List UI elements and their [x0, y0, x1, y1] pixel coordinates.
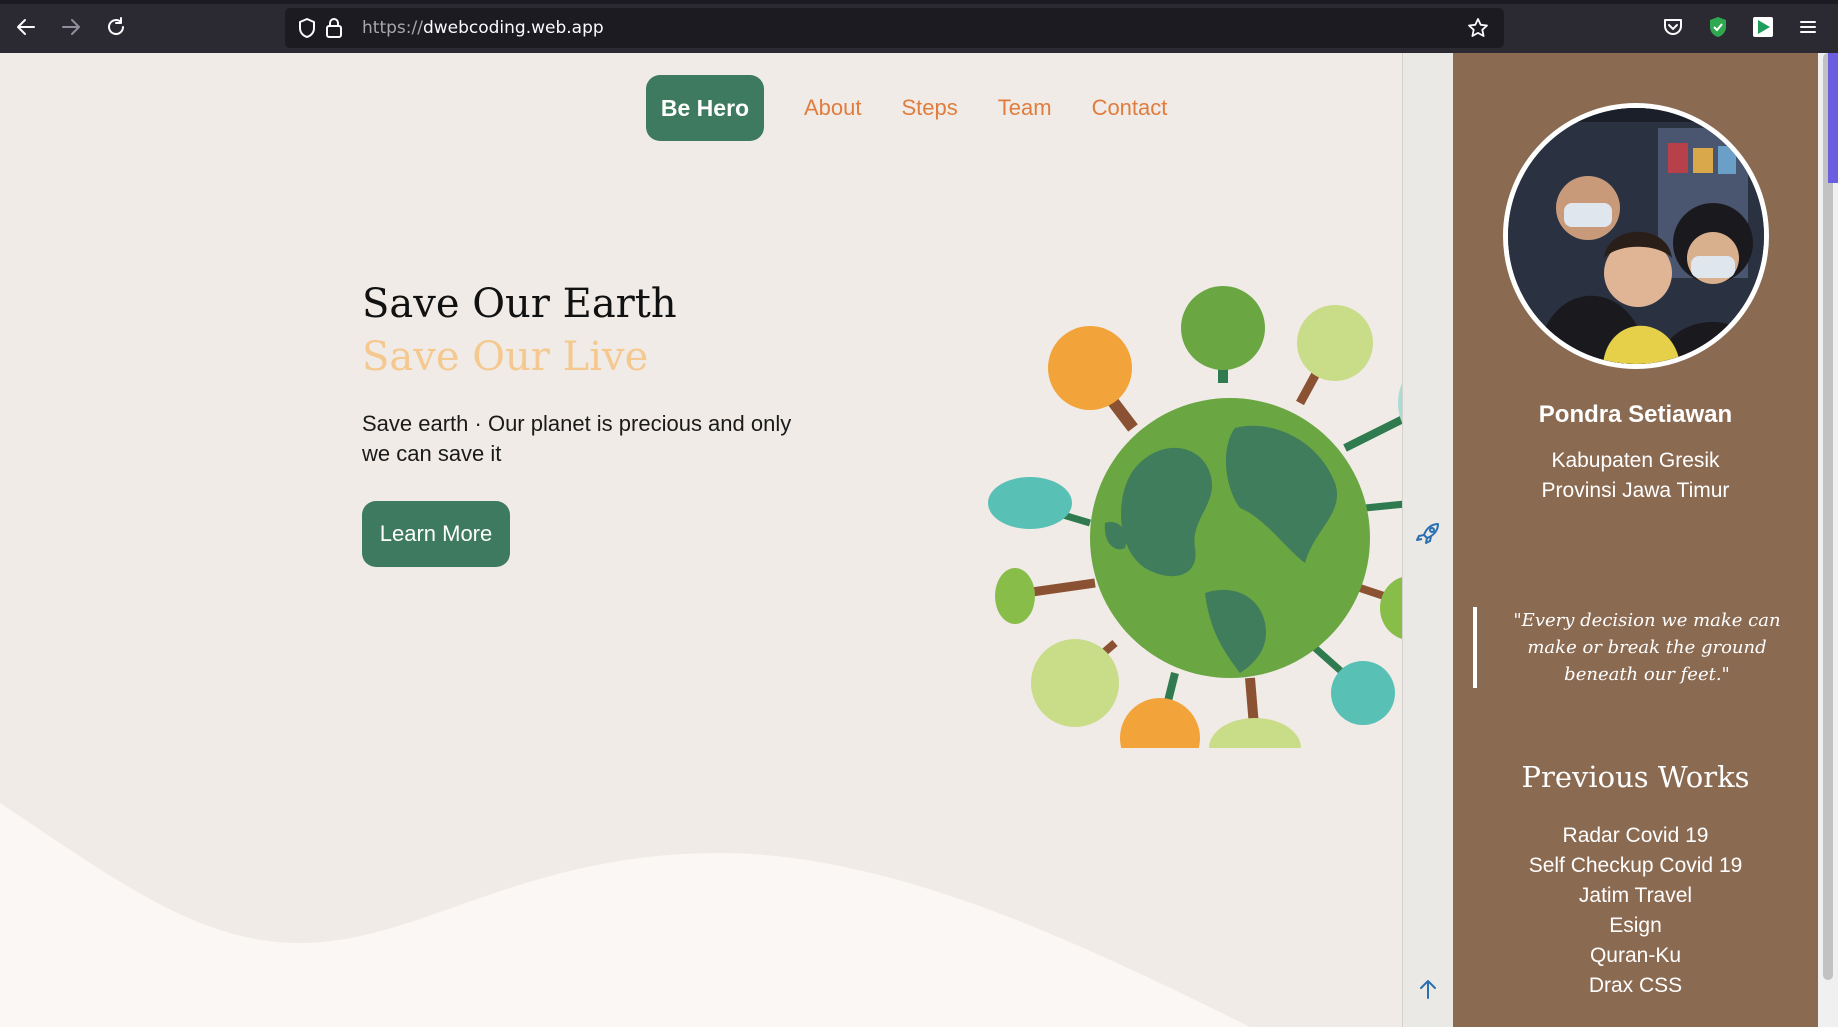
- pocket-icon[interactable]: [1660, 14, 1686, 40]
- previous-works-heading: Previous Works: [1521, 760, 1750, 794]
- extension-shield-icon[interactable]: [1705, 14, 1731, 40]
- page-scrollbar[interactable]: [1818, 53, 1838, 1027]
- work-item[interactable]: Self Checkup Covid 19: [1453, 851, 1818, 881]
- work-item[interactable]: Drax CSS: [1453, 971, 1818, 1001]
- url-scheme: https://: [362, 18, 423, 38]
- profile-sidebar: Pondra Setiawan Kabupaten Gresik Provins…: [1453, 53, 1818, 1027]
- address-bar[interactable]: https://dwebcoding.web.app: [285, 8, 1504, 48]
- profile-name: Pondra Setiawan: [1538, 401, 1733, 428]
- rocket-icon[interactable]: [1413, 519, 1443, 553]
- extension-play-icon[interactable]: [1750, 14, 1776, 40]
- nav-link-team[interactable]: Team: [998, 95, 1052, 121]
- family-photo: [1508, 108, 1764, 364]
- hero-subtitle: Save Our Live: [362, 334, 649, 380]
- hero-description: Save earth · Our planet is precious and …: [362, 411, 792, 466]
- top-nav: Be Hero About Steps Team Contact: [646, 75, 1167, 141]
- forward-arrow-icon[interactable]: [56, 12, 86, 42]
- work-item[interactable]: Quran-Ku: [1453, 941, 1818, 971]
- work-item[interactable]: Jatim Travel: [1453, 881, 1818, 911]
- profile-location-regency: Kabupaten Gresik: [1551, 449, 1720, 472]
- work-item[interactable]: Radar Covid 19: [1453, 821, 1818, 851]
- browser-toolbar: https://dwebcoding.web.app: [0, 0, 1838, 53]
- work-item[interactable]: Esign: [1453, 911, 1818, 941]
- earth-trees-illustration: [988, 286, 1402, 748]
- learn-more-button[interactable]: Learn More: [362, 501, 510, 567]
- back-arrow-icon[interactable]: [11, 12, 41, 42]
- hero-title: Save Our Earth: [362, 281, 677, 327]
- scroll-to-top-icon[interactable]: [1416, 977, 1440, 1005]
- web-page: Be Hero About Steps Team Contact Save Ou…: [0, 53, 1402, 1027]
- reload-icon[interactable]: [101, 12, 131, 42]
- nav-link-steps[interactable]: Steps: [902, 95, 958, 121]
- tab-strip-edge: [0, 0, 1838, 4]
- brand-button[interactable]: Be Hero: [646, 75, 764, 141]
- profile-quote: "Every decision we make can make or brea…: [1473, 607, 1803, 688]
- star-icon[interactable]: [1465, 15, 1491, 41]
- scroll-progress-indicator: [1828, 53, 1838, 183]
- side-toolbar: [1402, 53, 1453, 1027]
- menu-icon[interactable]: [1795, 14, 1821, 40]
- scrollbar-thumb[interactable]: [1823, 53, 1833, 980]
- nav-link-contact[interactable]: Contact: [1092, 95, 1168, 121]
- nav-link-about[interactable]: About: [804, 95, 862, 121]
- url-text[interactable]: https://dwebcoding.web.app: [362, 18, 604, 38]
- shield-icon[interactable]: [294, 15, 320, 41]
- profile-avatar: [1503, 103, 1769, 369]
- profile-location-province: Provinsi Jawa Timur: [1541, 479, 1730, 502]
- lock-icon[interactable]: [321, 15, 347, 41]
- previous-works-list: Radar Covid 19 Self Checkup Covid 19 Jat…: [1453, 821, 1818, 1001]
- url-host: dwebcoding.web.app: [422, 18, 604, 38]
